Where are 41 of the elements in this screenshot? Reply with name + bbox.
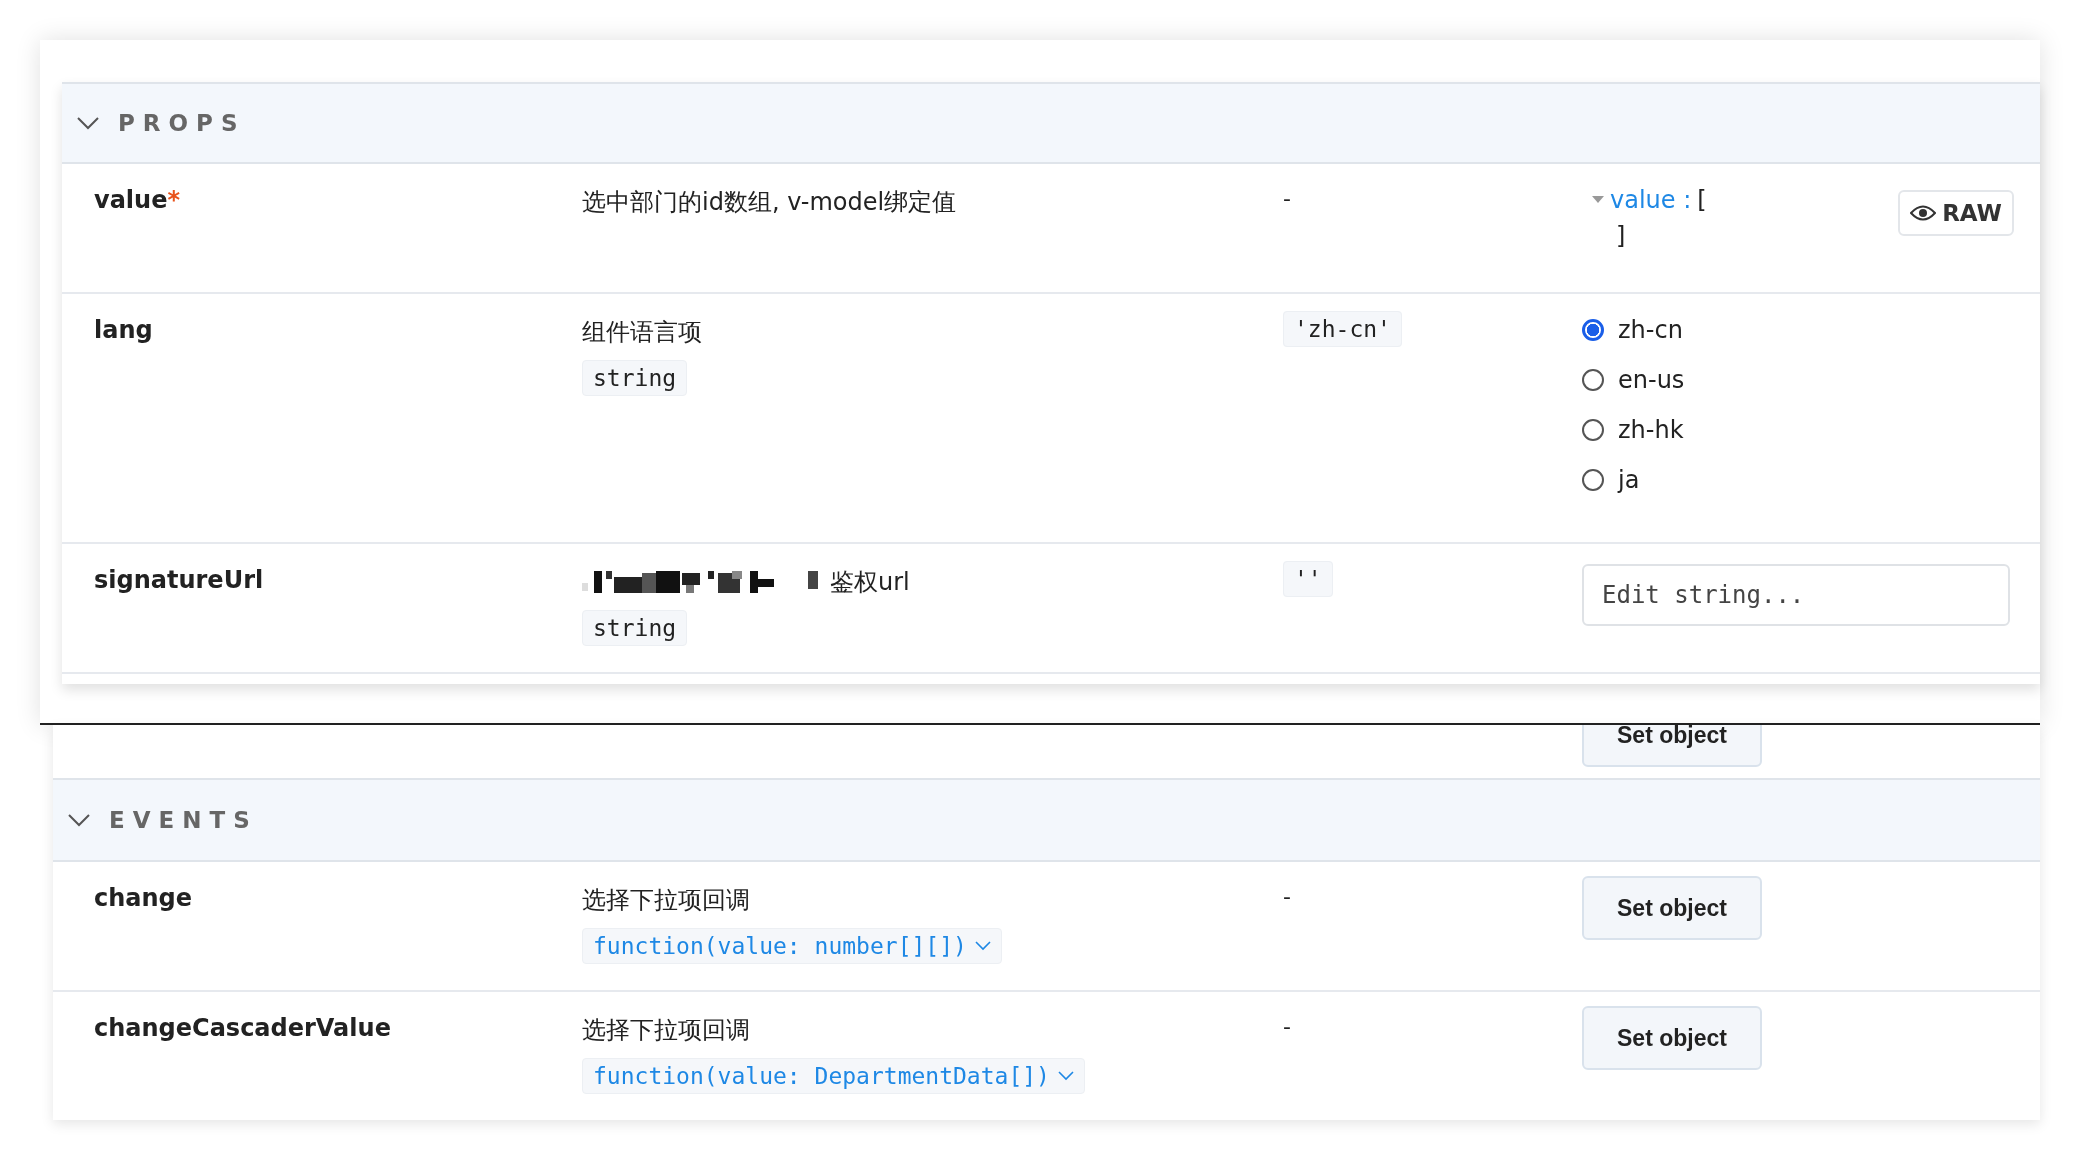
event-name: change <box>94 884 193 912</box>
radio-button[interactable] <box>1582 369 1604 391</box>
radio-option[interactable]: ja <box>1582 466 1685 494</box>
expand-triangle-icon[interactable] <box>1592 196 1604 204</box>
default-value: - <box>1283 884 1291 909</box>
type-tag: string <box>582 610 688 646</box>
text-input[interactable]: Edit string... <box>1582 564 2010 626</box>
type-tag: string <box>582 360 688 396</box>
event-description: 选择下拉项回调 <box>582 885 750 916</box>
prop-description: 选中部门的id数组, v-model绑定值 <box>582 187 957 218</box>
json-bracket: [ <box>1697 186 1707 214</box>
default-value: - <box>1283 1014 1291 1039</box>
set-object-button[interactable]: Set object <box>1582 876 1762 940</box>
prop-description: 组件语言项 <box>582 317 702 348</box>
event-description: 选择下拉项回调 <box>582 1015 750 1046</box>
chevron-down-icon <box>1057 1071 1074 1081</box>
json-key: value : <box>1610 186 1692 214</box>
prop-description: 鉴权url <box>830 567 910 598</box>
radio-option[interactable]: en-us <box>1582 366 1685 394</box>
radio-button[interactable] <box>1582 419 1604 441</box>
default-value: 'zh-cn' <box>1283 311 1402 347</box>
default-value: '' <box>1283 561 1333 597</box>
eye-icon <box>1910 204 1937 222</box>
prop-name: lang <box>94 316 153 344</box>
section-header[interactable]: PROPS <box>62 84 2040 164</box>
prop-name: signatureUrl <box>94 566 264 594</box>
radio-option[interactable]: zh-hk <box>1582 416 1685 444</box>
section-header[interactable]: EVENTS <box>53 780 2040 862</box>
prop-name: value* <box>94 186 180 214</box>
section-title: EVENTS <box>109 807 258 833</box>
radio-option[interactable]: zh-cn <box>1582 316 1685 344</box>
set-object-button[interactable]: Set object <box>1582 725 1762 767</box>
event-name: changeCascaderValue <box>94 1014 391 1042</box>
radio-button[interactable] <box>1582 469 1604 491</box>
set-object-button[interactable]: Set object <box>1582 1006 1762 1070</box>
section-title: PROPS <box>118 110 246 136</box>
radio-button[interactable] <box>1582 319 1604 341</box>
chevron-down-icon <box>974 941 991 951</box>
raw-button[interactable]: RAW <box>1898 190 2014 236</box>
json-bracket: ] <box>1615 222 1627 250</box>
default-value: - <box>1283 186 1291 211</box>
